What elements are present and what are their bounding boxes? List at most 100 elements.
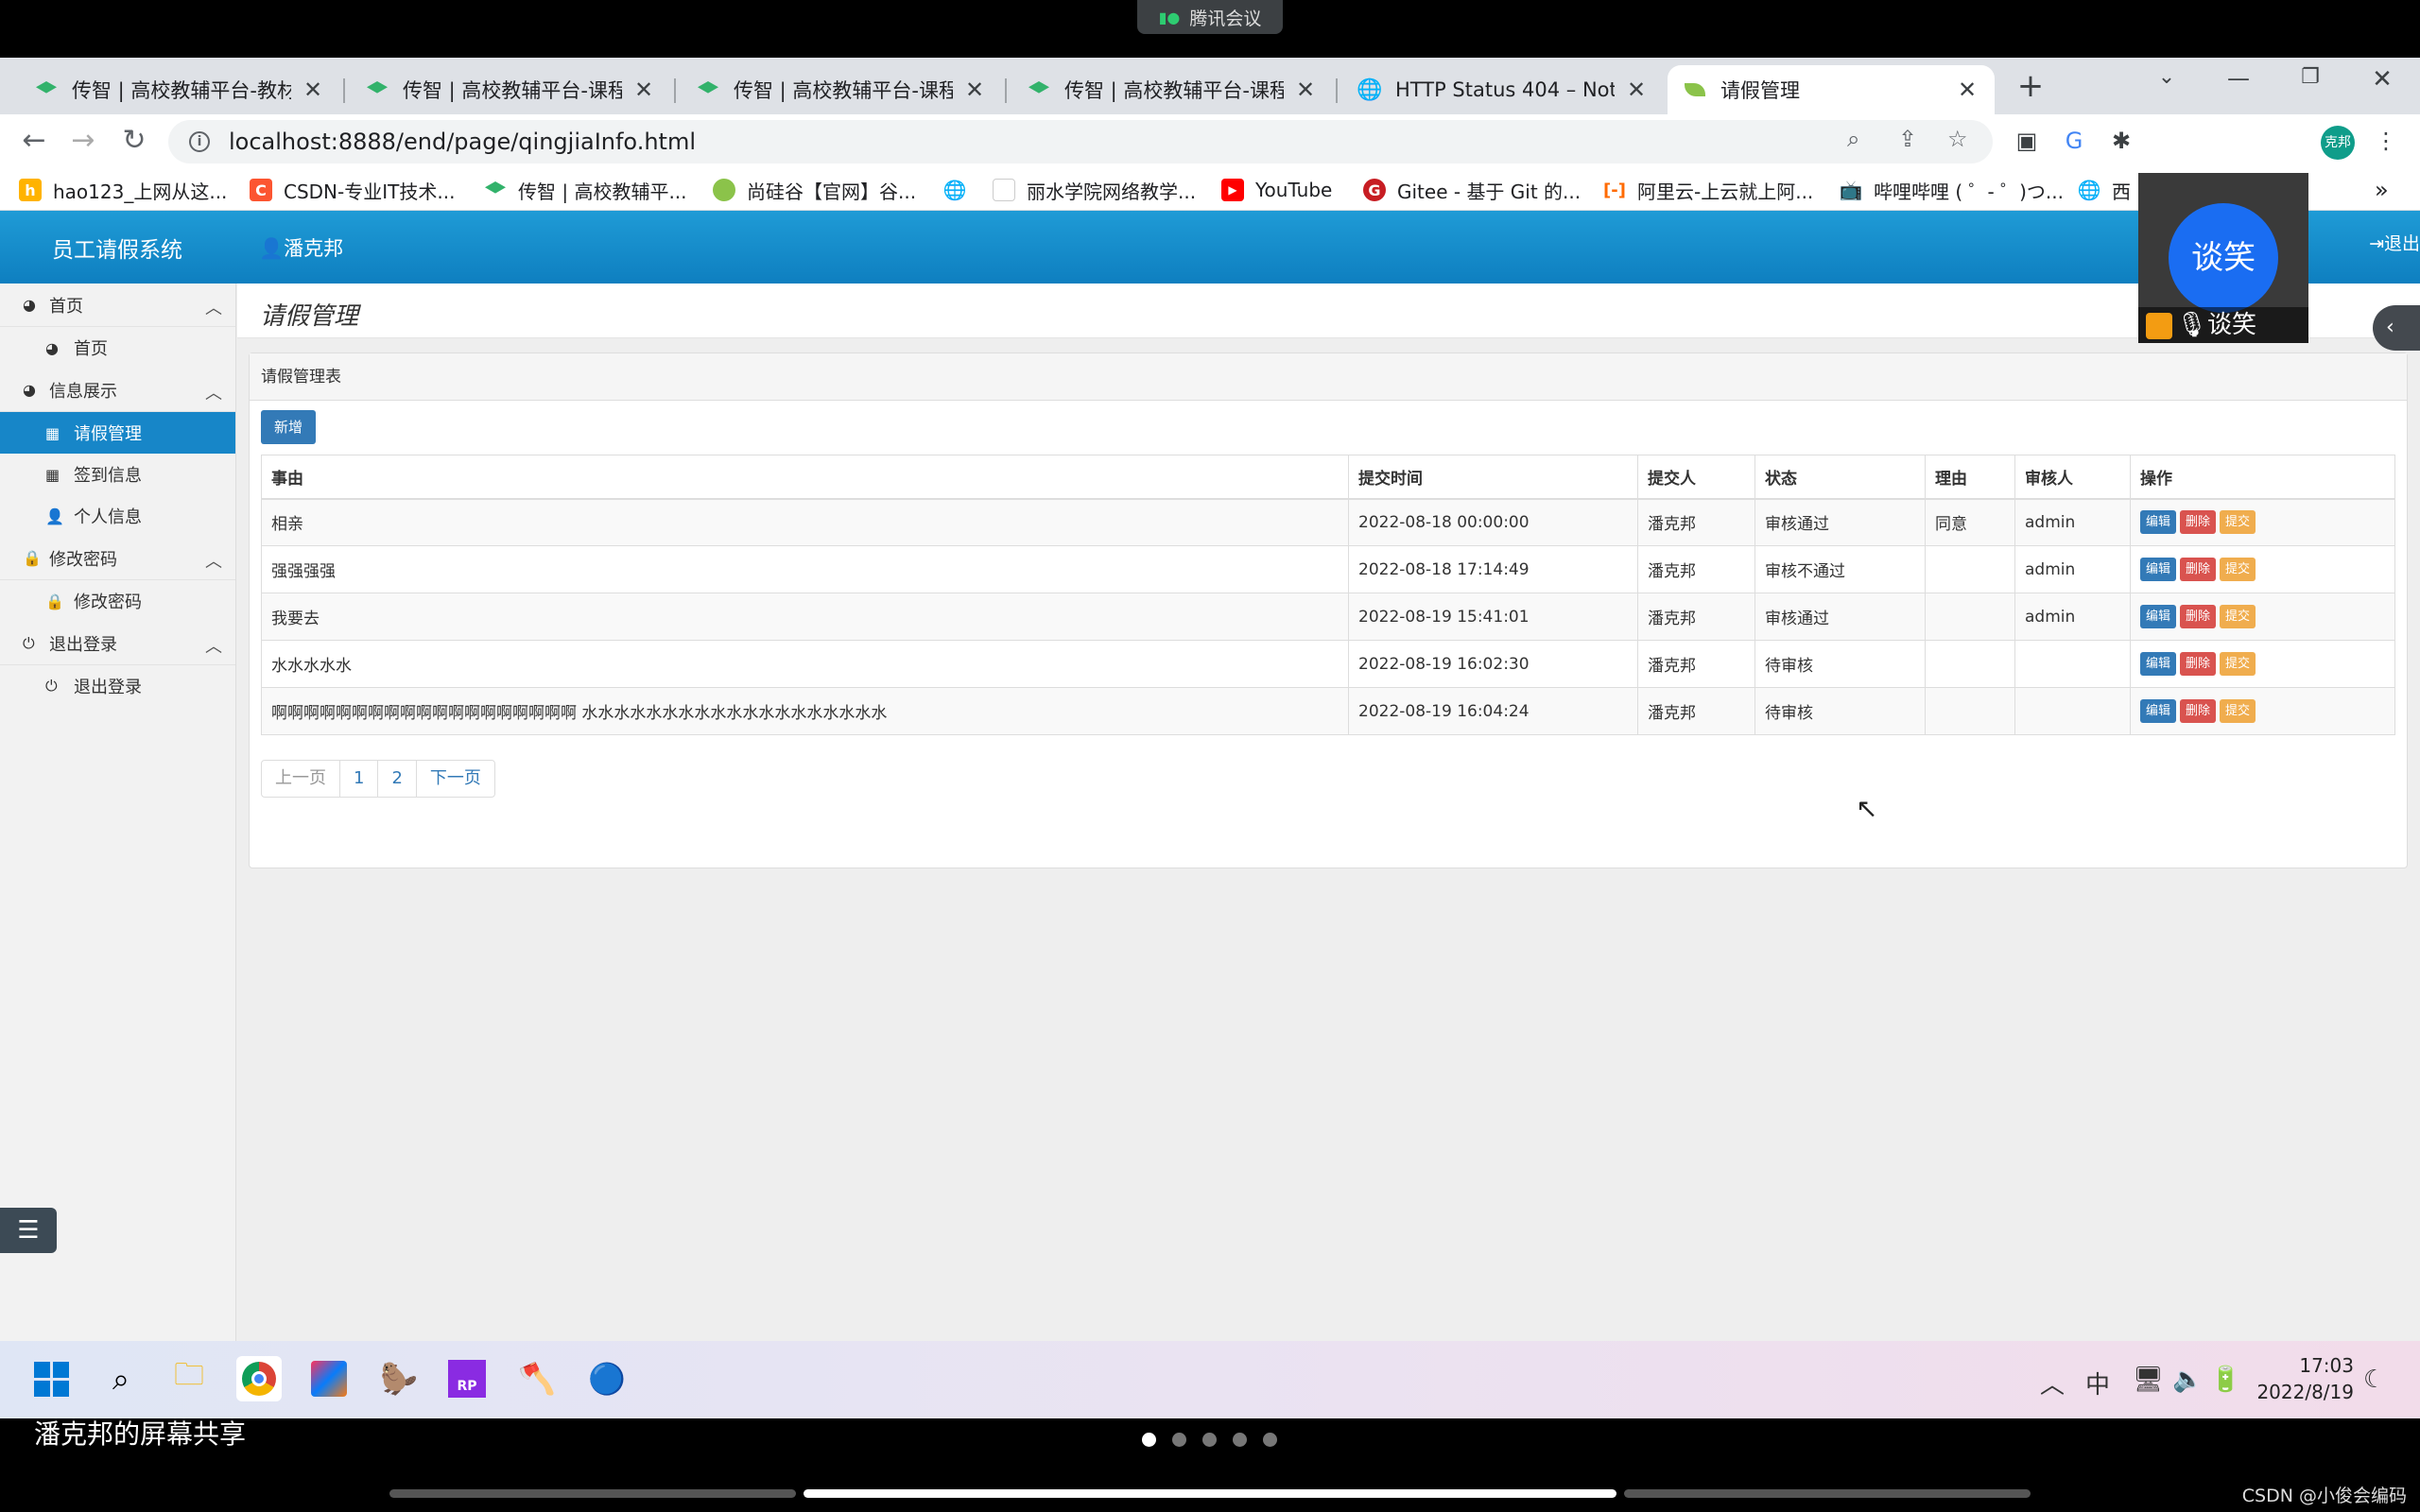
bookmark-star-icon[interactable]: ☆ [1947, 126, 1968, 152]
ime-indicator[interactable]: 中 [2085, 1366, 2110, 1400]
chrome-icon[interactable] [236, 1356, 282, 1401]
bookmark-hao123[interactable]: h hao123_上网从这... [19, 177, 227, 203]
prev-page-button[interactable]: 上一页 [262, 761, 340, 797]
page-dot[interactable] [1202, 1433, 1217, 1447]
sidebar-group-logout[interactable]: ⏻ 退出登录 ︿ [0, 622, 235, 665]
edit-button[interactable]: 编辑 [2140, 652, 2177, 676]
submit-button[interactable]: 提交 [2220, 510, 2256, 535]
search-icon[interactable]: ⌕ [98, 1356, 144, 1401]
sidebar-item-password[interactable]: 🔒 修改密码 [0, 580, 235, 622]
bookmark-xi[interactable]: 🌐 西 [2078, 177, 2131, 203]
window-close-button[interactable]: ✕ [2354, 65, 2411, 94]
delete-button[interactable]: 删除 [2180, 699, 2217, 723]
sidebar-group-home[interactable]: ◕ 首页 ︿ [0, 284, 235, 327]
address-bar[interactable]: i localhost:8888/end/page/qingjiaInfo.ht… [168, 120, 1993, 163]
tab-2[interactable]: 传智 | 高校教辅平台-课程详 ✕ [350, 65, 671, 114]
minimize-button[interactable]: — [2210, 65, 2267, 92]
submit-button[interactable]: 提交 [2220, 699, 2256, 723]
sidebar-item-leave[interactable]: ▦ 请假管理 [0, 412, 235, 454]
close-icon[interactable]: ✕ [1624, 77, 1649, 103]
puzzle-icon[interactable]: ✱ [2106, 128, 2136, 158]
menu-icon[interactable]: ⋮ [2371, 128, 2401, 158]
chevron-up-icon[interactable]: ︿ [2040, 1366, 2065, 1400]
page-1-button[interactable]: 1 [340, 761, 379, 797]
collapse-chevron-icon[interactable]: ‹ [2373, 305, 2420, 351]
app-red-icon[interactable]: 🪓 [514, 1356, 560, 1401]
page-dot[interactable] [1172, 1433, 1186, 1447]
windows-start-icon[interactable] [28, 1356, 74, 1401]
next-page-button[interactable]: 下一页 [417, 761, 494, 797]
bookmark-gitee[interactable]: G Gitee - 基于 Git 的... [1363, 177, 1581, 203]
meeting-indicator[interactable]: ▮● 腾讯会议 [1137, 0, 1283, 34]
extension-icon[interactable]: ▣ [2012, 128, 2042, 158]
volume-icon[interactable]: 🔈 [2172, 1366, 2203, 1394]
tab-search-icon[interactable]: ⌄ [2138, 65, 2195, 89]
submit-button[interactable]: 提交 [2220, 558, 2256, 581]
back-icon[interactable]: ← [15, 122, 53, 160]
navicat-icon[interactable]: 🦫 [376, 1356, 422, 1401]
restore-button[interactable]: ❐ [2282, 65, 2339, 89]
intellij-icon[interactable] [306, 1356, 352, 1401]
delete-button[interactable]: 删除 [2180, 558, 2217, 581]
more-bookmarks-icon[interactable]: » [2375, 177, 2389, 203]
bookmark-atguigu[interactable]: 尚硅谷【官网】谷... [713, 177, 916, 203]
tencent-meeting-icon[interactable]: 🔵 [584, 1356, 630, 1401]
site-info-icon[interactable]: i [189, 131, 210, 152]
meeting-video-window[interactable]: 谈笑 🎙谈笑 [2138, 173, 2308, 343]
sidebar-group-info[interactable]: ◕ 信息展示 ︿ [0, 369, 235, 412]
tab-3[interactable]: 传智 | 高校教辅平台-课程详 ✕ [681, 65, 1002, 114]
battery-icon[interactable]: 🔋 [2210, 1366, 2240, 1394]
close-icon[interactable]: ✕ [301, 77, 325, 103]
new-tab-button[interactable]: + [2002, 67, 2059, 105]
zoom-icon[interactable]: ⌕ [1847, 126, 1859, 152]
bookmark-lishui[interactable]: 丽水学院网络教学... [993, 177, 1196, 203]
sidebar-item-checkin[interactable]: ▦ 签到信息 [0, 454, 235, 495]
app-brand[interactable]: 员工请假系统 [52, 232, 182, 264]
bookmark-youtube[interactable]: ▶ YouTube [1221, 177, 1332, 203]
submit-button[interactable]: 提交 [2220, 605, 2256, 628]
page-2-button[interactable]: 2 [378, 761, 417, 797]
logout-link[interactable]: ⇥退出 [2369, 230, 2420, 255]
axure-icon[interactable]: RP [444, 1356, 490, 1401]
network-icon[interactable]: 🖥 [2133, 1366, 2164, 1394]
list-menu-icon[interactable]: ☰ [0, 1208, 57, 1253]
bookmark-chuanzhi[interactable]: 传智 | 高校教辅平... [484, 177, 687, 203]
forward-icon[interactable]: → [64, 122, 102, 160]
profile-avatar[interactable]: 克邦 [2321, 126, 2355, 160]
tab-active[interactable]: 请假管理 ✕ [1668, 65, 1995, 114]
clock[interactable]: 17:03 2022/8/19 [2250, 1352, 2354, 1405]
reload-icon[interactable]: ↻ [115, 122, 153, 160]
sidebar-item-home[interactable]: ◕ 首页 [0, 327, 235, 369]
edit-button[interactable]: 编辑 [2140, 699, 2177, 723]
close-icon[interactable]: ✕ [962, 77, 987, 103]
bookmark-csdn[interactable]: C CSDN-专业IT技术... [250, 177, 455, 203]
close-icon[interactable]: ✕ [1955, 77, 1979, 103]
close-icon[interactable]: ✕ [1293, 77, 1318, 103]
edit-button[interactable]: 编辑 [2140, 558, 2177, 581]
share-icon[interactable]: ⇪ [1898, 126, 1917, 152]
add-button[interactable]: 新增 [261, 410, 316, 444]
moon-icon[interactable]: ☾ [2363, 1366, 2385, 1394]
tab-4[interactable]: 传智 | 高校教辅平台-课程详 ✕ [1011, 65, 1333, 114]
page-dot[interactable] [1142, 1433, 1156, 1447]
delete-button[interactable]: 删除 [2180, 652, 2217, 676]
edit-button[interactable]: 编辑 [2140, 605, 2177, 628]
bookmark-aliyun[interactable]: [-] 阿里云-上云就上阿... [1603, 177, 1813, 203]
tab-5[interactable]: 🌐 HTTP Status 404 – Not Fo ✕ [1342, 65, 1664, 114]
file-explorer-icon[interactable]: 🗀 [166, 1356, 212, 1401]
sidebar-group-password[interactable]: 🔒 修改密码 ︿ [0, 537, 235, 580]
delete-button[interactable]: 删除 [2180, 510, 2217, 535]
page-dot[interactable] [1263, 1433, 1277, 1447]
edit-button[interactable]: 编辑 [2140, 510, 2177, 535]
tab-1[interactable]: 传智 | 高校教辅平台-教材食 ✕ [19, 65, 340, 114]
user-menu[interactable]: 👤潘克邦 [259, 233, 343, 262]
translate-icon[interactable]: G [2059, 128, 2089, 158]
delete-button[interactable]: 删除 [2180, 605, 2217, 628]
close-icon[interactable]: ✕ [631, 77, 656, 103]
page-dot[interactable] [1233, 1433, 1247, 1447]
sidebar-item-logout[interactable]: ⏻ 退出登录 [0, 665, 235, 707]
bookmark-globe[interactable]: 🌐 [943, 177, 977, 203]
sidebar-item-profile[interactable]: 👤 个人信息 [0, 495, 235, 537]
bookmark-bilibili[interactable]: 📺 哔哩哔哩 ( ゜- ゜)つ... [1840, 177, 2064, 203]
submit-button[interactable]: 提交 [2220, 652, 2256, 676]
